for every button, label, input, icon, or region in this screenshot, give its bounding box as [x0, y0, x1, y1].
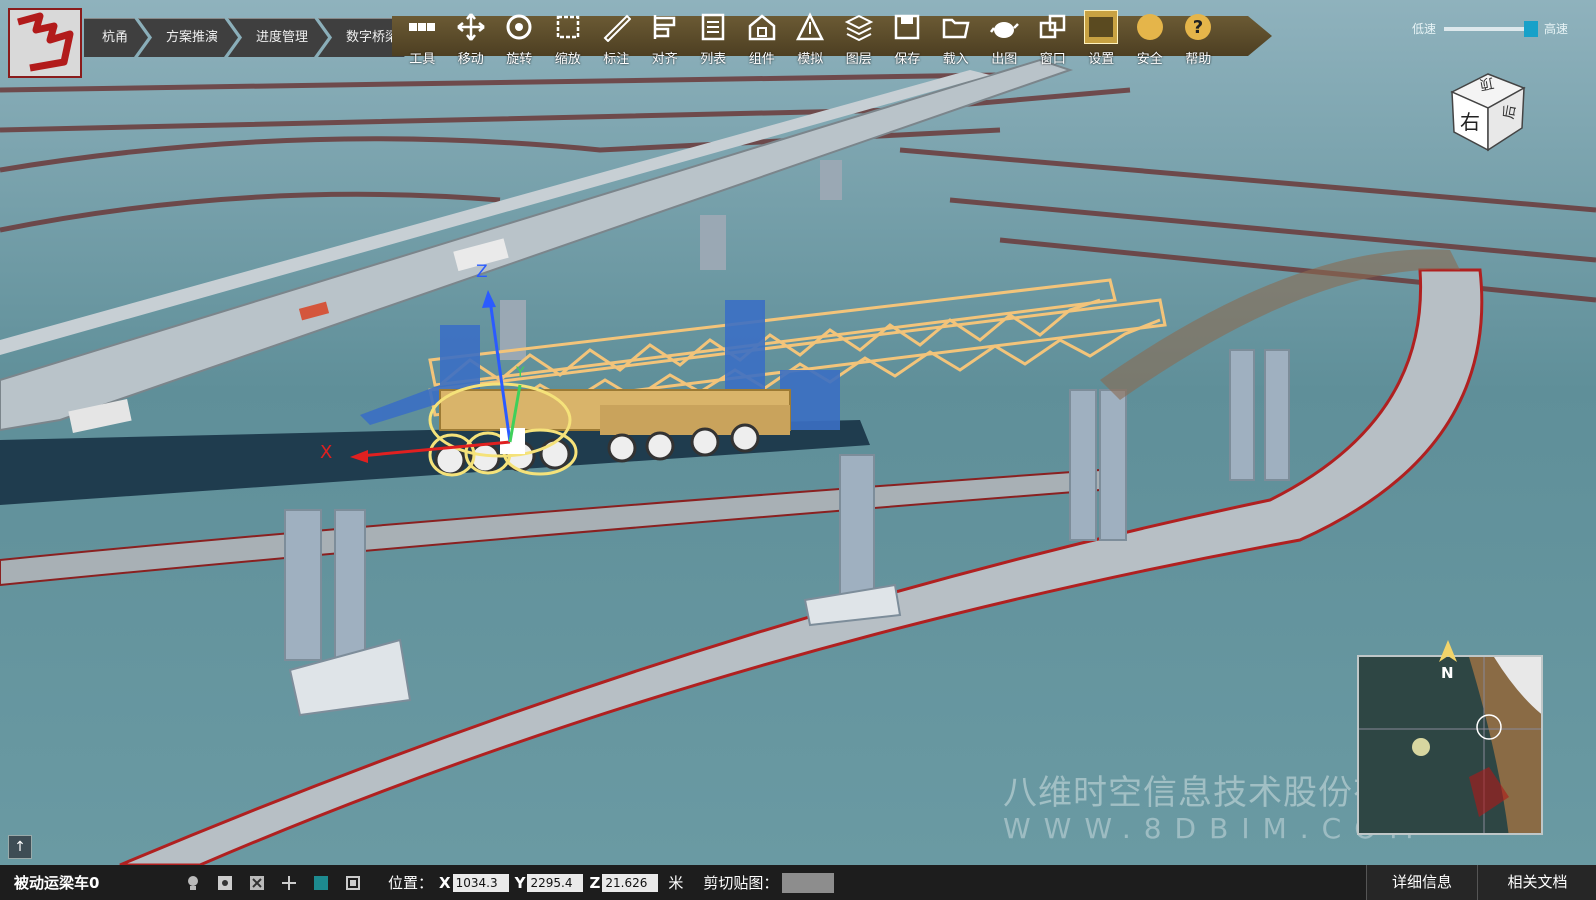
align-icon	[648, 10, 682, 44]
tool-label: 列表	[700, 52, 727, 67]
north-arrow-icon: N	[1436, 640, 1460, 688]
gizmo-y-label: Y	[516, 365, 525, 381]
tool-button-annotate[interactable]: 标注	[592, 10, 641, 70]
logo-mark-icon	[17, 12, 74, 72]
tool-label: 图层	[845, 52, 872, 67]
coord-x-field[interactable]: 1034.3	[452, 873, 509, 892]
snapshot-icon[interactable]	[216, 874, 234, 892]
tool-button-move[interactable]: 移动	[447, 10, 496, 70]
breadcrumb: 杭甬 方案推演 进度管理 数字桥梁	[84, 18, 408, 56]
coord-z-label: Z	[589, 873, 601, 892]
scale-icon	[551, 10, 585, 44]
coord-y: Y 2295.4	[514, 873, 584, 892]
arrow-up-icon: ↑	[14, 839, 26, 855]
tool-button-settings[interactable]: 设置	[1077, 10, 1126, 70]
coord-z: Z 21.626	[589, 873, 659, 892]
teapot-icon	[987, 10, 1021, 44]
dots-icon	[405, 10, 439, 44]
main-toolbar: 工具 移动 旋转 缩放 标注 对齐 列表 组件 模拟 图层 保存 载入 出图 窗…	[398, 10, 1223, 70]
detail-info-button[interactable]: 详细信息	[1366, 865, 1477, 900]
north-label: N	[1441, 664, 1454, 682]
window-icon	[1036, 10, 1070, 44]
tool-label: 旋转	[506, 52, 533, 67]
coord-x-label: X	[439, 873, 451, 892]
expand-up-button[interactable]: ↑	[8, 835, 32, 859]
help-icon: ?	[1181, 10, 1215, 44]
tool-button-help[interactable]: ? 帮助	[1174, 10, 1223, 70]
save-icon	[890, 10, 924, 44]
related-docs-button[interactable]: 相关文档	[1477, 865, 1596, 900]
tool-button-simulate[interactable]: 模拟	[786, 10, 835, 70]
unit-label: 米	[668, 874, 684, 892]
view-cube[interactable]: 顶 右 后	[1448, 66, 1528, 152]
list-icon	[696, 10, 730, 44]
breadcrumb-item-plan[interactable]: 方案推演	[138, 18, 238, 57]
rotate-icon	[502, 10, 536, 44]
coord-y-field[interactable]: 2295.4	[527, 873, 584, 892]
component-icon	[745, 10, 779, 44]
tool-label: 移动	[457, 52, 484, 67]
tool-label: 组件	[748, 52, 775, 67]
tool-label: 工具	[409, 52, 436, 67]
close-box-icon[interactable]	[248, 874, 266, 892]
tool-button-component[interactable]: 组件	[738, 10, 787, 70]
tool-button-layers[interactable]: 图层	[835, 10, 884, 70]
tool-button-rotate[interactable]: 旋转	[495, 10, 544, 70]
tool-label: 对齐	[651, 52, 678, 67]
tool-button-export-image[interactable]: 出图	[980, 10, 1029, 70]
tool-button-load[interactable]: 载入	[932, 10, 981, 70]
settings-icon	[1084, 10, 1119, 44]
tool-button-list[interactable]: 列表	[689, 10, 738, 70]
tool-label: 窗口	[1039, 52, 1066, 67]
ruler-icon	[599, 10, 633, 44]
tool-label: 载入	[942, 52, 969, 67]
tool-label: 模拟	[797, 52, 824, 67]
tool-label: 缩放	[554, 52, 581, 67]
gizmo-z-label: Z	[476, 262, 488, 282]
move-icon	[454, 10, 488, 44]
frame-icon[interactable]	[344, 874, 362, 892]
color-swatch-icon[interactable]	[312, 874, 330, 892]
app-logo[interactable]	[8, 8, 82, 78]
tool-label: 设置	[1088, 52, 1115, 67]
tool-label: 保存	[894, 52, 921, 67]
speed-track[interactable]	[1444, 20, 1539, 37]
speed-high-label: 高速	[1544, 22, 1569, 36]
speed-knob[interactable]	[1524, 20, 1539, 37]
folder-icon	[939, 10, 973, 44]
tool-label: 标注	[603, 52, 630, 67]
tool-button-save[interactable]: 保存	[883, 10, 932, 70]
position-label: 位置：	[388, 874, 434, 892]
view-cube-face-label: 右	[1460, 110, 1480, 134]
tool-button-align[interactable]: 对齐	[641, 10, 690, 70]
bulb-icon[interactable]	[184, 874, 202, 892]
speed-slider[interactable]: 低速 高速	[1412, 20, 1568, 37]
breadcrumb-item-progress[interactable]: 进度管理	[228, 18, 328, 57]
coord-x: X 1034.3	[439, 873, 509, 892]
coord-z-field[interactable]: 21.626	[602, 873, 659, 892]
tool-button-tools[interactable]: 工具	[398, 10, 447, 70]
gizmo-x-label: X	[320, 442, 333, 463]
safety-icon	[1133, 10, 1167, 44]
simulate-icon	[793, 10, 827, 44]
svg-text:?: ?	[1193, 17, 1203, 38]
speed-low-label: 低速	[1412, 22, 1437, 36]
tool-button-window[interactable]: 窗口	[1029, 10, 1078, 70]
clip-map-preview[interactable]	[782, 872, 835, 893]
status-bar: 被动运梁车0 位置： X 1034.3 Y 2295.4 Z 21.626 米 剪切贴…	[0, 865, 1596, 900]
move-gizmo-icon[interactable]	[280, 874, 298, 892]
tool-label: 出图	[991, 52, 1018, 67]
breadcrumb-item-project[interactable]: 杭甬	[84, 18, 148, 57]
tool-label: 帮助	[1185, 52, 1212, 67]
selected-object-name: 被动运梁车0	[14, 874, 100, 892]
coord-y-label: Y	[514, 873, 526, 892]
clip-map-label: 剪切贴图：	[703, 874, 779, 892]
tool-button-scale[interactable]: 缩放	[544, 10, 593, 70]
tool-button-safety[interactable]: 安全	[1126, 10, 1175, 70]
tool-label: 安全	[1136, 52, 1163, 67]
layers-icon	[842, 10, 876, 44]
